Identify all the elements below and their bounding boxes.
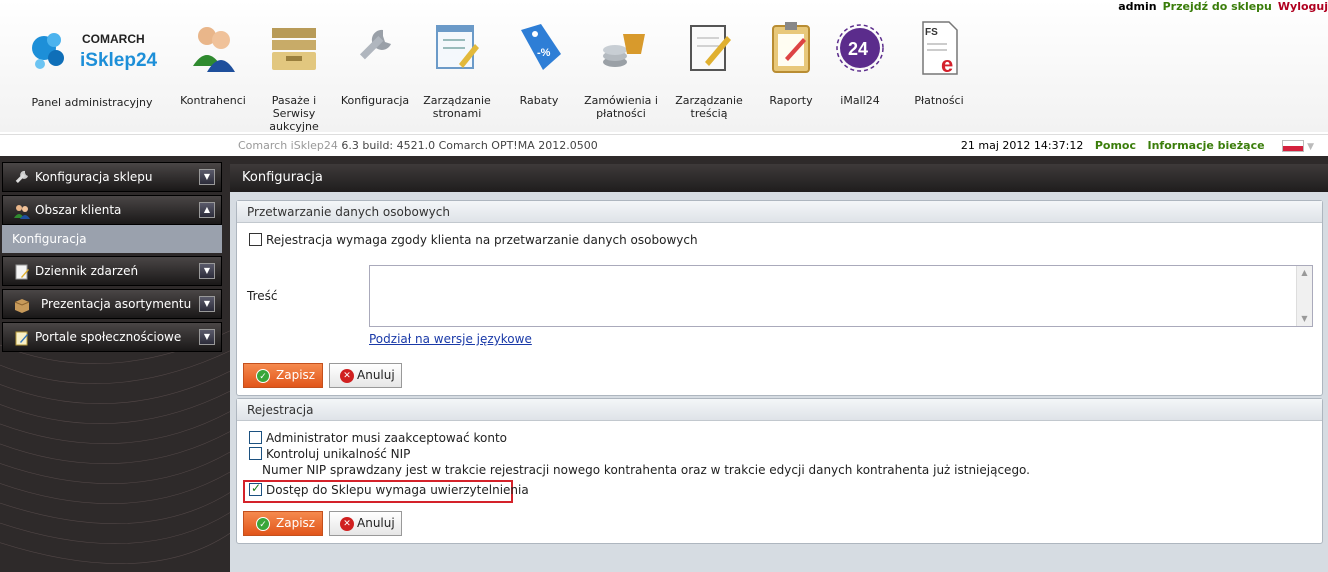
page-title: Konfiguracja xyxy=(230,164,1328,192)
build-bar: Comarch iSklep24 6.3 build: 4521.0 Comar… xyxy=(0,134,1328,156)
sidebar-item-client-area[interactable]: Obszar klienta ▲ xyxy=(2,195,222,225)
expand-toggle-icon[interactable]: ▼ xyxy=(199,329,215,345)
cancel-button[interactable]: ✕ Anuluj xyxy=(329,363,402,388)
imall24-icon: 24 xyxy=(836,24,884,72)
clipboard-icon xyxy=(772,22,810,73)
logout-link[interactable]: Wyloguj xyxy=(1278,0,1328,13)
go-to-shop-link[interactable]: Przejdź do sklepu xyxy=(1163,0,1272,13)
scroll-down-icon[interactable]: ▼ xyxy=(1297,312,1312,326)
toolbar-pages[interactable]: Zarządzanie stronami xyxy=(412,18,502,120)
nip-check-checkbox-row[interactable]: Kontroluj unikalność NIP xyxy=(249,447,410,461)
box-icon xyxy=(14,299,30,313)
current-user: admin xyxy=(1118,0,1157,13)
save-button[interactable]: ✓ Zapisz xyxy=(243,511,323,536)
auth-required-checkbox-row[interactable]: Dostęp do Sklepu wymaga uwierzytelnienia xyxy=(249,481,529,497)
toolbar-imall24[interactable]: 24 iMall24 xyxy=(815,18,905,107)
sidebar-item-social-portals[interactable]: Portale społecznościowe ▼ xyxy=(2,322,222,352)
notebook-icon xyxy=(15,264,29,280)
app-header: COMARCH iSklep24 Panel administracyjny K… xyxy=(0,0,1328,133)
notebook-pen-icon xyxy=(690,25,731,71)
cancel-button[interactable]: ✕ Anuluj xyxy=(329,511,402,536)
logo-brand: COMARCH xyxy=(82,32,145,46)
scroll-up-icon[interactable]: ▲ xyxy=(1297,266,1312,280)
content-textarea[interactable]: ▲ ▼ xyxy=(369,265,1313,327)
content-label: Treść xyxy=(247,289,278,303)
toolbar-discounts[interactable]: -% Rabaty xyxy=(494,18,584,107)
wrench-icon xyxy=(359,29,391,60)
basket-coins-icon xyxy=(603,34,645,67)
panel-title: Rejestracja xyxy=(237,399,1322,421)
help-link[interactable]: Pomoc xyxy=(1095,139,1136,152)
toolbar-payments[interactable]: FS e Płatności xyxy=(894,18,984,107)
main-content: Konfiguracja Przetwarzanie danych osobow… xyxy=(230,164,1328,572)
language-versions-link[interactable]: Podział na wersje językowe xyxy=(369,332,532,346)
top-links: admin Przejdź do sklepu Wyloguj xyxy=(1112,0,1328,14)
consent-checkbox-row[interactable]: Rejestracja wymaga zgody klienta na prze… xyxy=(249,233,698,247)
svg-text:-%: -% xyxy=(537,47,551,59)
toolbar-content[interactable]: Zarządzanie treścią xyxy=(664,18,754,120)
admin-accept-checkbox[interactable] xyxy=(249,431,262,444)
panel-title: Przetwarzanie danych osobowych xyxy=(237,201,1322,223)
toolbar-contractors[interactable]: Kontrahenci xyxy=(168,18,258,107)
language-flag-icon[interactable] xyxy=(1282,140,1305,152)
toolbar-orders[interactable]: Zamówienia i płatności xyxy=(576,18,666,120)
wrench-icon xyxy=(15,170,28,183)
check-icon: ✓ xyxy=(256,369,270,383)
toolbar-configuration[interactable]: Konfiguracja xyxy=(330,18,420,107)
svg-text:FS: FS xyxy=(925,27,938,38)
chevron-down-icon[interactable]: ▼ xyxy=(1307,136,1314,158)
personal-data-panel: Przetwarzanie danych osobowych Rejestrac… xyxy=(236,200,1323,396)
check-icon: ✓ xyxy=(256,517,270,531)
sidebar-item-product-presentation[interactable]: Prezentacja asortymentu ▼ xyxy=(2,289,222,319)
registration-panel: Rejestracja Administrator musi zaakcepto… xyxy=(236,398,1323,544)
close-icon: ✕ xyxy=(340,517,354,531)
comarch-logo[interactable]: COMARCH iSklep24 xyxy=(30,26,160,76)
svg-text:24: 24 xyxy=(848,39,868,59)
nip-check-checkbox[interactable] xyxy=(249,447,262,460)
toolbar-auction-sites[interactable]: Pasaże i Serwisy aukcyjne xyxy=(249,18,339,133)
nip-hint: Numer NIP sprawdzany jest w trakcie reje… xyxy=(262,463,1030,477)
sidebar-subitem-configuration[interactable]: Konfiguracja xyxy=(2,225,222,253)
expand-toggle-icon[interactable]: ▼ xyxy=(199,169,215,185)
folders-icon xyxy=(272,28,316,70)
page-edit-icon xyxy=(436,25,479,69)
auth-required-checkbox[interactable] xyxy=(249,481,262,496)
expand-toggle-icon[interactable]: ▼ xyxy=(199,263,215,279)
invoice-icon: FS e xyxy=(922,21,958,77)
save-button[interactable]: ✓ Zapisz xyxy=(243,363,323,388)
users-icon xyxy=(193,27,235,72)
logo-label: Panel administracyjny xyxy=(31,96,153,109)
consent-checkbox[interactable] xyxy=(249,233,262,246)
expand-toggle-icon[interactable]: ▼ xyxy=(199,296,215,312)
sidebar-item-event-log[interactable]: Dziennik zdarzeń ▼ xyxy=(2,256,222,286)
sidebar-item-shop-config[interactable]: Konfiguracja sklepu ▼ xyxy=(2,162,222,192)
svg-text:e: e xyxy=(941,52,953,77)
close-icon: ✕ xyxy=(340,369,354,383)
textarea-scrollbar[interactable]: ▲ ▼ xyxy=(1296,266,1312,326)
datetime: 21 maj 2012 14:37:12 xyxy=(960,139,1084,152)
collapse-toggle-icon[interactable]: ▲ xyxy=(199,202,215,218)
status-links: 21 maj 2012 14:37:12 Pomoc Informacje bi… xyxy=(961,135,1314,158)
news-link[interactable]: Informacje bieżące xyxy=(1148,139,1265,152)
users-icon xyxy=(14,205,30,219)
discount-tag-icon: -% xyxy=(521,24,561,70)
note-pen-icon xyxy=(15,331,28,346)
build-info: Comarch iSklep24 6.3 build: 4521.0 Comar… xyxy=(238,139,598,152)
admin-accept-checkbox-row[interactable]: Administrator musi zaakceptować konto xyxy=(249,431,507,445)
logo-product: iSklep24 xyxy=(80,50,158,71)
sidebar: Konfiguracja sklepu ▼ Obszar klienta ▲ K… xyxy=(2,162,222,355)
